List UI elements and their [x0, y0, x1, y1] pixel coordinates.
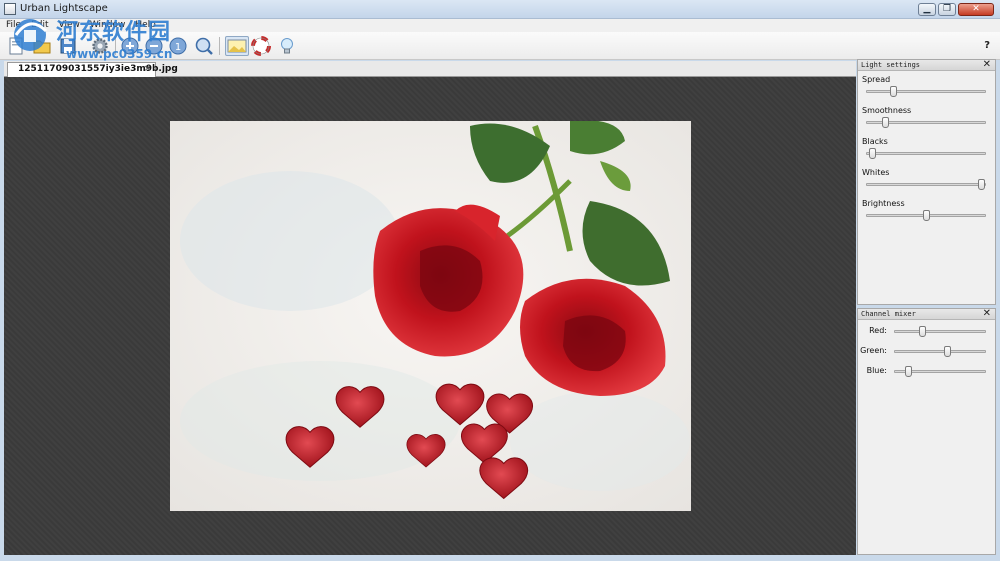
channel-label: Red:: [869, 326, 887, 335]
lifebuoy-help-icon[interactable]: [251, 36, 271, 56]
watermark-url: www.pc0359.cn: [66, 47, 173, 61]
panel-header: Light settings ✕: [858, 60, 995, 71]
panel-title: Light settings: [861, 61, 921, 69]
slider-label: Blacks: [862, 137, 888, 146]
channel-slider-track[interactable]: [894, 346, 986, 357]
zoom-fit-icon[interactable]: [194, 36, 214, 56]
channel-slider-track[interactable]: [894, 366, 986, 377]
slider-label: Brightness: [862, 199, 905, 208]
slider-label: Spread: [862, 75, 891, 84]
minimize-button[interactable]: ▁: [918, 3, 936, 16]
slider-label: Whites: [862, 168, 890, 177]
document-tab[interactable]: 12511709031557iy3ie3m9b.jpg ×: [7, 62, 178, 77]
slider-thumb[interactable]: [868, 148, 876, 159]
channel-slider-thumb[interactable]: [919, 326, 926, 337]
slider-label: Smoothness: [862, 106, 912, 115]
photo-rose-image: [170, 120, 691, 511]
slider-thumb[interactable]: [881, 117, 889, 128]
image-canvas[interactable]: [4, 77, 856, 555]
document-tab-label: 12511709031557iy3ie3m9b.jpg: [18, 64, 178, 74]
panel-header: Channel mixer ✕: [858, 309, 995, 320]
tab-close-icon[interactable]: ×: [143, 63, 151, 76]
panel-title: Channel mixer: [861, 310, 916, 318]
light-settings-panel: Light settings ✕ Spread Smoothness Blacks W…: [857, 59, 996, 305]
slider-track[interactable]: [866, 148, 986, 159]
window-controls: ▁ ❐ ✕: [918, 3, 994, 16]
channel-label: Green:: [860, 346, 887, 355]
maximize-button[interactable]: ❐: [938, 3, 956, 16]
slider-track[interactable]: [866, 179, 986, 190]
preview-image-icon[interactable]: [225, 36, 249, 56]
channel-mixer-panel: Channel mixer ✕ Red: Green: Blue:: [857, 308, 996, 555]
whats-this-help-button[interactable]: ?: [984, 40, 990, 51]
panel-close-icon[interactable]: ✕: [983, 60, 991, 70]
slider-track[interactable]: [866, 86, 986, 97]
slider-thumb[interactable]: [978, 179, 986, 190]
watermark-logo: [8, 16, 58, 54]
app-icon: [4, 3, 16, 15]
channel-slider-thumb[interactable]: [904, 366, 912, 377]
slider-thumb[interactable]: [889, 86, 897, 97]
window-bottom-border: [0, 555, 1000, 561]
watermark-text: 河东软件园: [56, 20, 172, 45]
channel-slider-track[interactable]: [894, 326, 986, 337]
panel-close-icon[interactable]: ✕: [983, 309, 991, 319]
slider-thumb[interactable]: [923, 210, 930, 221]
document-tabs: 12511709031557iy3ie3m9b.jpg ×: [4, 61, 856, 77]
channel-label: Blue:: [866, 366, 887, 375]
svg-text:1: 1: [175, 42, 181, 53]
lightbulb-tips-icon[interactable]: [277, 36, 297, 56]
close-button[interactable]: ✕: [958, 3, 994, 16]
slider-track[interactable]: [866, 117, 986, 128]
window-title: Urban Lightscape: [20, 3, 108, 14]
channel-slider-thumb[interactable]: [944, 346, 952, 357]
slider-track[interactable]: [866, 210, 986, 221]
toolbar-separator: [219, 37, 220, 55]
